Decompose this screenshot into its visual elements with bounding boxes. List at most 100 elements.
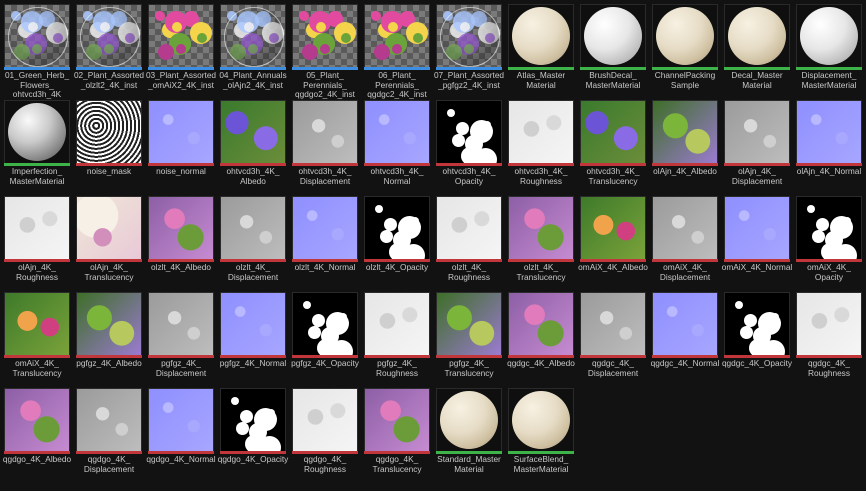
asset-thumbnail[interactable] — [652, 4, 718, 68]
asset-thumbnail[interactable] — [76, 4, 142, 68]
asset-tile[interactable]: 03_Plant_Assorted _omAiX2_4K_inst — [146, 4, 216, 96]
asset-thumbnail[interactable] — [292, 4, 358, 68]
asset-tile[interactable]: qgdgc_4K_Opacity — [722, 292, 792, 384]
asset-thumbnail[interactable] — [76, 292, 142, 356]
asset-tile[interactable]: 05_Plant_ Perennials_ qgdgo2_4K_inst — [292, 4, 360, 99]
asset-tile[interactable]: Imperfection_ MasterMaterial — [4, 100, 72, 192]
asset-thumbnail[interactable] — [436, 388, 502, 452]
asset-thumbnail[interactable] — [580, 100, 646, 164]
asset-thumbnail[interactable] — [220, 100, 286, 164]
asset-thumbnail[interactable] — [724, 100, 790, 164]
asset-tile[interactable]: olAjn_4K_ Displacement — [724, 100, 792, 192]
asset-thumbnail[interactable] — [4, 100, 70, 164]
asset-tile[interactable]: Displacement_ MasterMaterial — [796, 4, 864, 96]
asset-tile[interactable]: ohtvcd3h_4K_ Albedo — [220, 100, 288, 192]
asset-tile[interactable]: qgdgo_4K_ Displacement — [76, 388, 144, 480]
asset-tile[interactable]: olzlt_4K_Opacity — [364, 196, 432, 288]
asset-thumbnail[interactable] — [148, 388, 214, 452]
asset-tile[interactable]: omAiX_4K_Albedo — [578, 196, 648, 288]
asset-tile[interactable]: olAjn_4K_Normal — [796, 100, 864, 192]
asset-tile[interactable]: pgfgz_4K_ Translucency — [436, 292, 504, 384]
asset-tile[interactable]: ohtvcd3h_4K_ Translucency — [580, 100, 648, 192]
asset-thumbnail[interactable] — [580, 196, 646, 260]
asset-thumbnail[interactable] — [796, 196, 862, 260]
asset-thumbnail[interactable] — [292, 100, 358, 164]
asset-tile[interactable]: qgdgo_4K_Albedo — [3, 388, 72, 480]
asset-tile[interactable]: Decal_Master Material — [724, 4, 792, 96]
asset-thumbnail[interactable] — [652, 196, 718, 260]
asset-thumbnail[interactable] — [4, 292, 70, 356]
asset-tile[interactable]: noise_mask — [76, 100, 144, 192]
asset-thumbnail[interactable] — [796, 292, 862, 356]
asset-tile[interactable]: qgdgo_4K_Normal — [146, 388, 216, 480]
asset-thumbnail[interactable] — [580, 292, 646, 356]
asset-tile[interactable]: olAjn_4K_ Translucency — [76, 196, 144, 288]
asset-thumbnail[interactable] — [508, 196, 574, 260]
asset-tile[interactable]: pgfgz_4K_ Displacement — [148, 292, 216, 384]
asset-thumbnail[interactable] — [652, 292, 718, 356]
asset-thumbnail[interactable] — [148, 196, 214, 260]
asset-tile[interactable]: 07_Plant_Assorted _pgfgz2_4K_inst — [434, 4, 504, 96]
asset-thumbnail[interactable] — [436, 4, 502, 68]
asset-tile[interactable]: pgfgz_4K_Opacity — [291, 292, 360, 384]
asset-tile[interactable]: qgdgc_4K_ Displacement — [580, 292, 648, 384]
asset-thumbnail[interactable] — [724, 292, 790, 356]
asset-thumbnail[interactable] — [148, 4, 214, 68]
asset-tile[interactable]: qgdgc_4K_Albedo — [507, 292, 576, 384]
asset-tile[interactable]: ohtvcd3h_4K_ Roughness — [508, 100, 576, 192]
asset-tile[interactable]: omAiX_4K_ Opacity — [796, 196, 864, 288]
asset-tile[interactable]: noise_normal — [148, 100, 216, 192]
asset-tile[interactable]: ohtvcd3h_4K_ Normal — [364, 100, 432, 192]
asset-tile[interactable]: olAjn_4K_Albedo — [652, 100, 720, 192]
asset-tile[interactable]: pgfgz_4K_Normal — [220, 292, 288, 384]
asset-tile[interactable]: olzlt_4K_ Translucency — [508, 196, 576, 288]
asset-tile[interactable]: olzlt_4K_ Roughness — [436, 196, 504, 288]
asset-thumbnail[interactable] — [508, 100, 574, 164]
asset-thumbnail[interactable] — [724, 196, 790, 260]
asset-thumbnail[interactable] — [508, 292, 574, 356]
asset-tile[interactable]: olzlt_4K_Albedo — [148, 196, 216, 288]
asset-tile[interactable]: BrushDecal_ MasterMaterial — [580, 4, 648, 96]
asset-tile[interactable]: SurfaceBlend_ MasterMaterial — [508, 388, 576, 480]
asset-tile[interactable]: olzlt_4K_Normal — [292, 196, 360, 288]
asset-thumbnail[interactable] — [4, 196, 70, 260]
asset-tile[interactable]: 02_Plant_Assorted _olzlt2_4K_inst — [74, 4, 144, 96]
asset-thumbnail[interactable] — [292, 292, 358, 356]
asset-tile[interactable]: pgfgz_4K_ Roughness — [364, 292, 432, 384]
asset-thumbnail[interactable] — [796, 4, 862, 68]
asset-thumbnail[interactable] — [292, 196, 358, 260]
asset-tile[interactable]: Atlas_Master Material — [508, 4, 576, 96]
asset-thumbnail[interactable] — [436, 100, 502, 164]
asset-tile[interactable]: qgdgo_4K_ Translucency — [364, 388, 432, 480]
asset-thumbnail[interactable] — [76, 100, 142, 164]
asset-tile[interactable]: 06_Plant_ Perennials_ qgdgc2_4K_inst — [364, 4, 432, 99]
asset-tile[interactable]: omAiX_4K_Normal — [722, 196, 792, 288]
asset-thumbnail[interactable] — [220, 196, 286, 260]
asset-tile[interactable]: ChannelPacking Sample — [652, 4, 720, 96]
asset-thumbnail[interactable] — [220, 292, 286, 356]
asset-thumbnail[interactable] — [76, 388, 142, 452]
asset-tile[interactable]: Standard_Master Material — [436, 388, 504, 480]
asset-thumbnail[interactable] — [364, 388, 430, 452]
asset-thumbnail[interactable] — [4, 388, 70, 452]
asset-thumbnail[interactable] — [436, 292, 502, 356]
asset-tile[interactable]: olAjn_4K_ Roughness — [4, 196, 72, 288]
asset-thumbnail[interactable] — [148, 100, 214, 164]
asset-thumbnail[interactable] — [292, 388, 358, 452]
asset-tile[interactable]: 04_Plant_Annuals _olAjn2_4K_inst — [219, 4, 288, 96]
asset-thumbnail[interactable] — [508, 4, 574, 68]
asset-thumbnail[interactable] — [220, 4, 286, 68]
asset-tile[interactable]: qgdgc_4K_Normal — [651, 292, 720, 384]
asset-tile[interactable]: qgdgo_4K_Opacity — [218, 388, 288, 480]
asset-tile[interactable]: ohtvcd3h_4K_ Displacement — [292, 100, 360, 192]
asset-thumbnail[interactable] — [148, 292, 214, 356]
asset-tile[interactable]: qgdgo_4K_ Roughness — [292, 388, 360, 480]
asset-thumbnail[interactable] — [364, 4, 430, 68]
asset-thumbnail[interactable] — [4, 4, 70, 68]
asset-thumbnail[interactable] — [724, 4, 790, 68]
asset-tile[interactable]: omAiX_4K_ Displacement — [652, 196, 720, 288]
asset-thumbnail[interactable] — [508, 388, 574, 452]
asset-thumbnail[interactable] — [364, 196, 430, 260]
asset-tile[interactable]: ohtvcd3h_4K_ Opacity — [436, 100, 504, 192]
asset-thumbnail[interactable] — [580, 4, 646, 68]
